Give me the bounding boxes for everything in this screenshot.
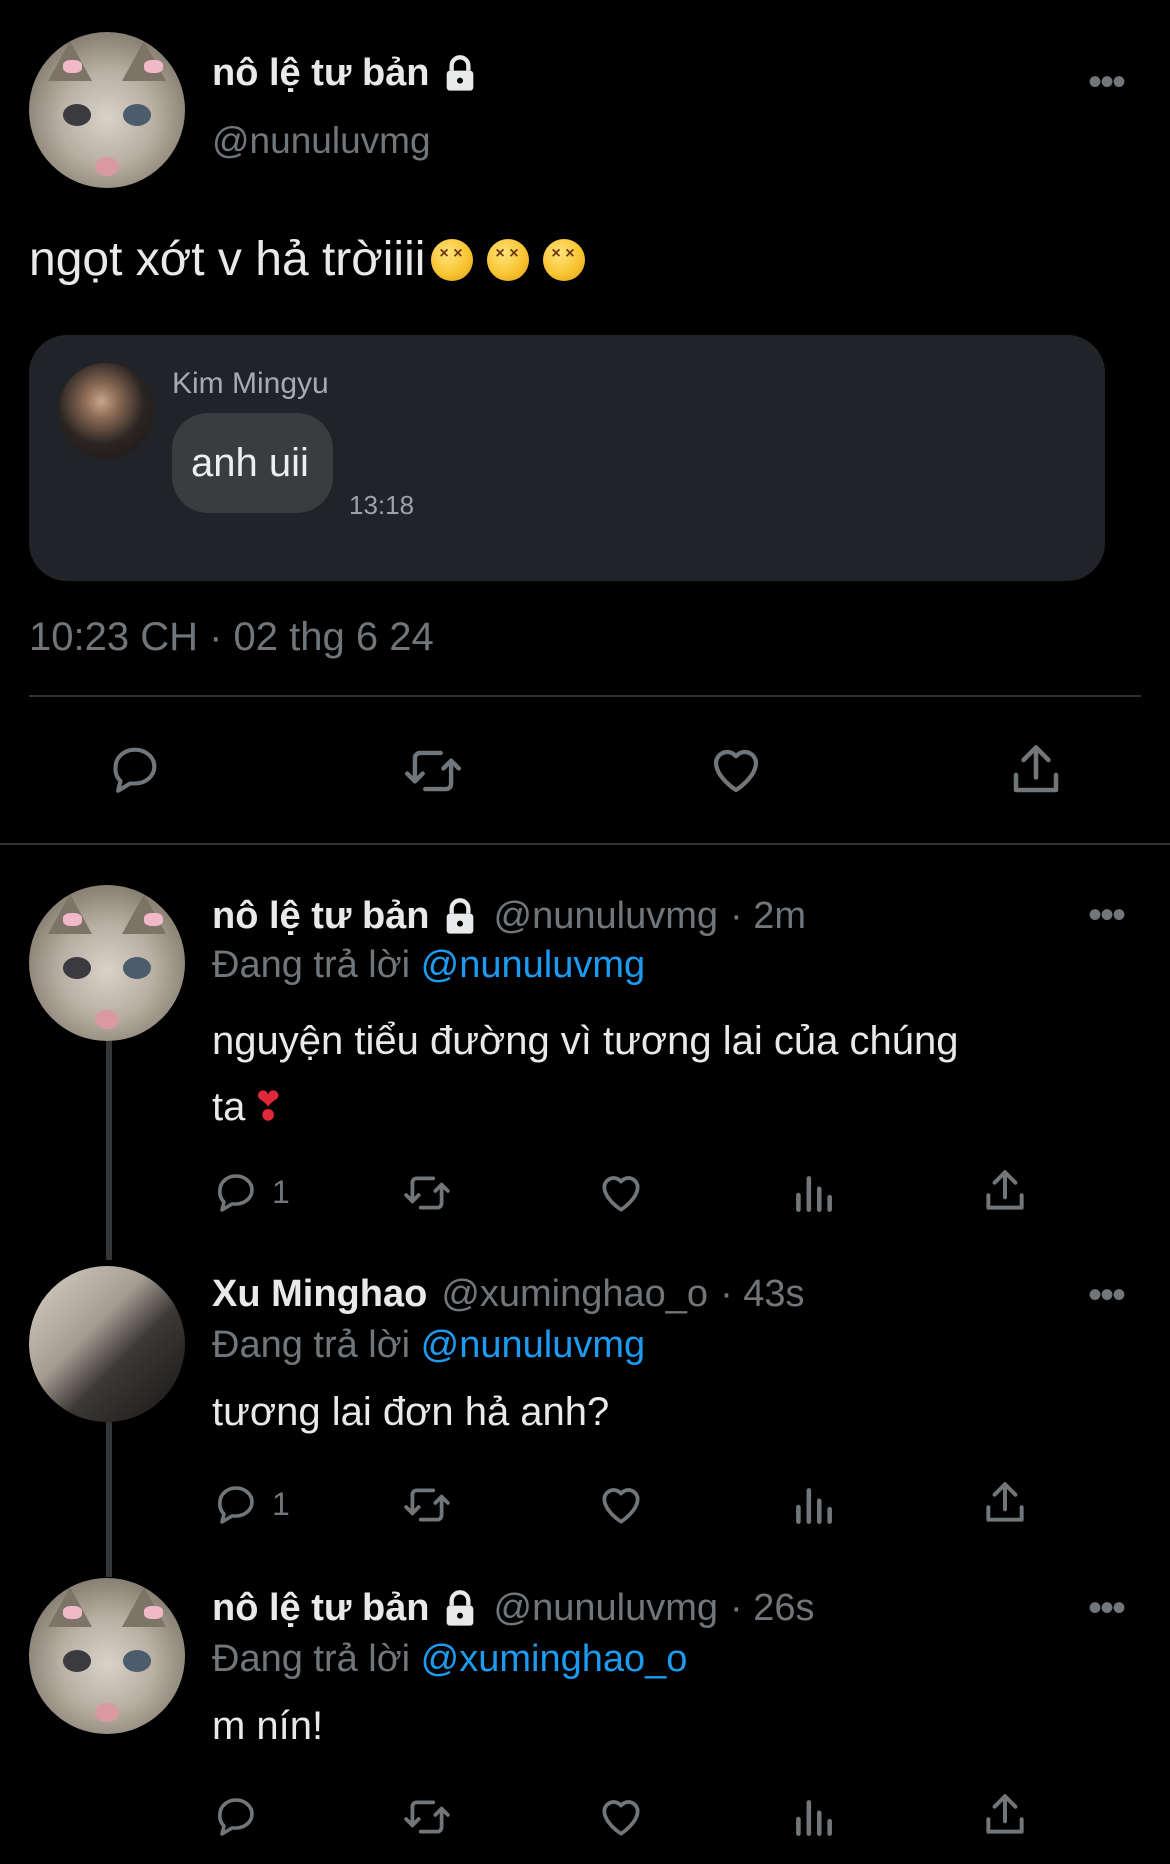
- confounded-face-icon: [487, 239, 530, 281]
- confounded-face-icon: [543, 239, 586, 281]
- reply-time: · 26s: [730, 1587, 815, 1629]
- reply-avatar[interactable]: [29, 1578, 185, 1734]
- replying-to-link[interactable]: @nunuluvmg: [421, 1324, 645, 1366]
- retweet-icon[interactable]: [402, 1480, 452, 1530]
- replying-to-link[interactable]: @xuminghao_o: [421, 1638, 688, 1680]
- share-icon[interactable]: [980, 1166, 1030, 1216]
- replying-to-link[interactable]: @nunuluvmg: [421, 944, 645, 986]
- reply-text: tương lai đơn hả anh?: [212, 1390, 610, 1434]
- reply-handle[interactable]: @nunuluvmg: [494, 1587, 718, 1630]
- replying-label: Đang trả lời: [212, 944, 411, 986]
- reply-time: · 43s: [720, 1273, 805, 1315]
- reply-time: · 2m: [730, 895, 807, 937]
- views-icon[interactable]: [788, 1168, 838, 1218]
- more-options-icon[interactable]: •••: [1088, 895, 1126, 935]
- chat-sender-name: Kim Mingyu: [172, 367, 329, 400]
- retweet-icon[interactable]: [402, 1792, 452, 1842]
- replying-label: Đang trả lời: [212, 1324, 411, 1366]
- reply-icon: [212, 1168, 260, 1216]
- share-icon[interactable]: [980, 1478, 1030, 1528]
- more-options-icon[interactable]: •••: [1088, 1275, 1126, 1315]
- reply-avatar[interactable]: [29, 885, 185, 1041]
- share-icon[interactable]: [980, 1790, 1030, 1840]
- chat-time: 13:18: [349, 490, 415, 520]
- like-icon[interactable]: [596, 1792, 646, 1842]
- chat-bubble: anh uii: [172, 413, 333, 513]
- chat-sender-avatar: [58, 363, 154, 459]
- views-icon[interactable]: [788, 1792, 838, 1842]
- more-options-icon[interactable]: •••: [1088, 62, 1126, 102]
- heart-exclamation-icon: ❣: [251, 1085, 285, 1129]
- reply-display-name[interactable]: nô lệ tư bản: [212, 1587, 430, 1630]
- like-icon[interactable]: [596, 1480, 646, 1530]
- reply-count: 1: [272, 1173, 290, 1210]
- replying-label: Đang trả lời: [212, 1638, 411, 1680]
- reply-display-name[interactable]: nô lệ tư bản: [212, 895, 430, 938]
- reply-text: m nín!: [212, 1704, 324, 1748]
- reply-button[interactable]: 1: [212, 1168, 290, 1216]
- reply-handle[interactable]: @xuminghao_o: [441, 1273, 708, 1316]
- reply-icon: [212, 1480, 260, 1528]
- reply-display-name[interactable]: Xu Minghao: [212, 1273, 427, 1316]
- author-handle[interactable]: @nunuluvmg: [212, 120, 431, 162]
- confounded-face-icon: [431, 239, 474, 281]
- lock-icon: [440, 897, 480, 937]
- reply-text: nguyện tiểu đường vì tương lai của chúng…: [212, 1019, 959, 1129]
- tweet-text: ngọt xớt v hả trờiiii: [29, 233, 426, 286]
- reply-icon[interactable]: [212, 1792, 260, 1840]
- retweet-icon[interactable]: [402, 1168, 452, 1218]
- author-avatar[interactable]: [29, 32, 185, 188]
- retweet-icon[interactable]: [402, 740, 464, 802]
- like-icon[interactable]: [596, 1168, 646, 1218]
- reply-avatar[interactable]: [29, 1266, 185, 1422]
- thread-line: [106, 1040, 112, 1260]
- tweet-timestamp: 10:23 CH · 02 thg 6 24: [29, 615, 434, 659]
- chat-message: anh uii: [191, 441, 309, 485]
- share-icon[interactable]: [1006, 740, 1066, 800]
- reply-icon[interactable]: [106, 740, 164, 798]
- attached-chat-image[interactable]: Kim Mingyu anh uii 13:18: [29, 335, 1105, 581]
- lock-icon: [440, 1589, 480, 1629]
- author-display-name[interactable]: nô lệ tư bản: [212, 52, 430, 95]
- lock-icon: [440, 54, 480, 94]
- reply-count: 1: [272, 1485, 290, 1522]
- views-icon[interactable]: [788, 1480, 838, 1530]
- more-options-icon[interactable]: •••: [1088, 1588, 1126, 1628]
- thread-line: [106, 1422, 112, 1577]
- reply-button[interactable]: 1: [212, 1480, 290, 1528]
- reply-handle[interactable]: @nunuluvmg: [494, 895, 718, 938]
- like-icon[interactable]: [706, 740, 766, 800]
